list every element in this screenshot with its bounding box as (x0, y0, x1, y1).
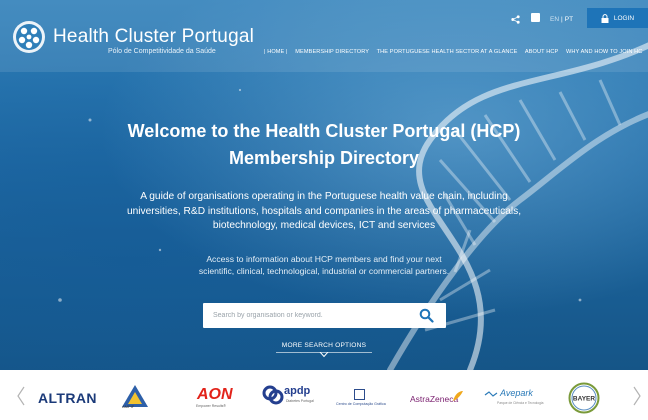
more-search-options-link[interactable]: MORE SEARCH OPTIONS (0, 342, 648, 349)
partner-logo-ccg: Centro de Computação Gráfica (336, 402, 386, 406)
astrazeneca-mark-icon (453, 391, 463, 401)
page-title: Welcome to the Health Cluster Portugal (… (0, 118, 648, 172)
brand-name[interactable]: Health Cluster Portugal (53, 26, 254, 48)
partner-logo-aon-tagline: Empower Results® (196, 404, 227, 408)
partner-logo-altran[interactable]: ALTRAN (38, 390, 97, 406)
partner-logo-avepark-tagline: Parque de Ciência e Tecnologia (497, 401, 544, 405)
lang-pt-link[interactable]: PT (565, 16, 573, 23)
partner-logo-ampif-text: AMPIF (122, 404, 135, 409)
carousel-next-arrow-icon[interactable] (632, 386, 642, 406)
search-input[interactable] (213, 303, 408, 328)
share-button[interactable] (511, 12, 520, 26)
login-label: LOGIN (613, 14, 635, 22)
lock-icon (601, 13, 609, 23)
brand-subtitle: Pólo de Competitividade da Saúde (108, 48, 216, 55)
page-title-line2: Membership Directory (228, 148, 420, 168)
nav-item-home[interactable]: | HOME | (264, 49, 288, 55)
nav-item-membership-directory[interactable]: MEMBERSHIP DIRECTORY (295, 49, 369, 55)
search-box (203, 303, 446, 328)
carousel-prev-arrow-icon[interactable] (16, 386, 26, 406)
lang-separator: | (561, 15, 563, 23)
nav-item-about[interactable]: ABOUT HCP (525, 49, 558, 55)
partner-logo-ccg-icon[interactable] (354, 389, 365, 400)
partners-carousel (0, 370, 648, 420)
social-icon[interactable] (531, 13, 540, 22)
partner-logo-aon[interactable]: AON (197, 386, 233, 404)
nav-item-join[interactable]: WHY AND HOW TO JOIN HC (566, 49, 642, 55)
chevron-down-icon[interactable] (318, 352, 330, 358)
partner-logo-apdp-tagline: Diabetes Portugal (286, 399, 314, 403)
page-title-line1: Welcome to the Health Cluster Portugal (… (127, 121, 521, 141)
hero-access-text: Access to information about HCP members … (198, 254, 450, 276)
hcp-logo-icon[interactable] (12, 20, 46, 54)
partner-logo-avepark[interactable]: Avepark (500, 388, 533, 398)
partner-logo-astrazeneca[interactable]: AstraZeneca (410, 394, 458, 404)
lang-en-link[interactable]: EN (550, 16, 559, 23)
language-switcher: EN | PT (550, 12, 573, 26)
main-nav: | HOME | MEMBERSHIP DIRECTORY THE PORTUG… (264, 49, 648, 55)
partner-logo-avepark-icon[interactable] (484, 391, 498, 399)
hero-description: A guide of organisations operating in th… (126, 191, 522, 231)
partner-logo-bayer-icon[interactable]: BAYER (568, 382, 600, 414)
nav-item-health-sector[interactable]: THE PORTUGUESE HEALTH SECTOR AT A GLANCE (377, 49, 518, 55)
partner-logo-apdp[interactable]: apdp (284, 385, 310, 397)
share-icon (511, 14, 520, 24)
partner-logo-apdp-icon[interactable] (262, 384, 284, 406)
login-button[interactable]: LOGIN (587, 8, 648, 28)
svg-text:BAYER: BAYER (573, 396, 595, 403)
search-icon[interactable] (419, 308, 434, 323)
